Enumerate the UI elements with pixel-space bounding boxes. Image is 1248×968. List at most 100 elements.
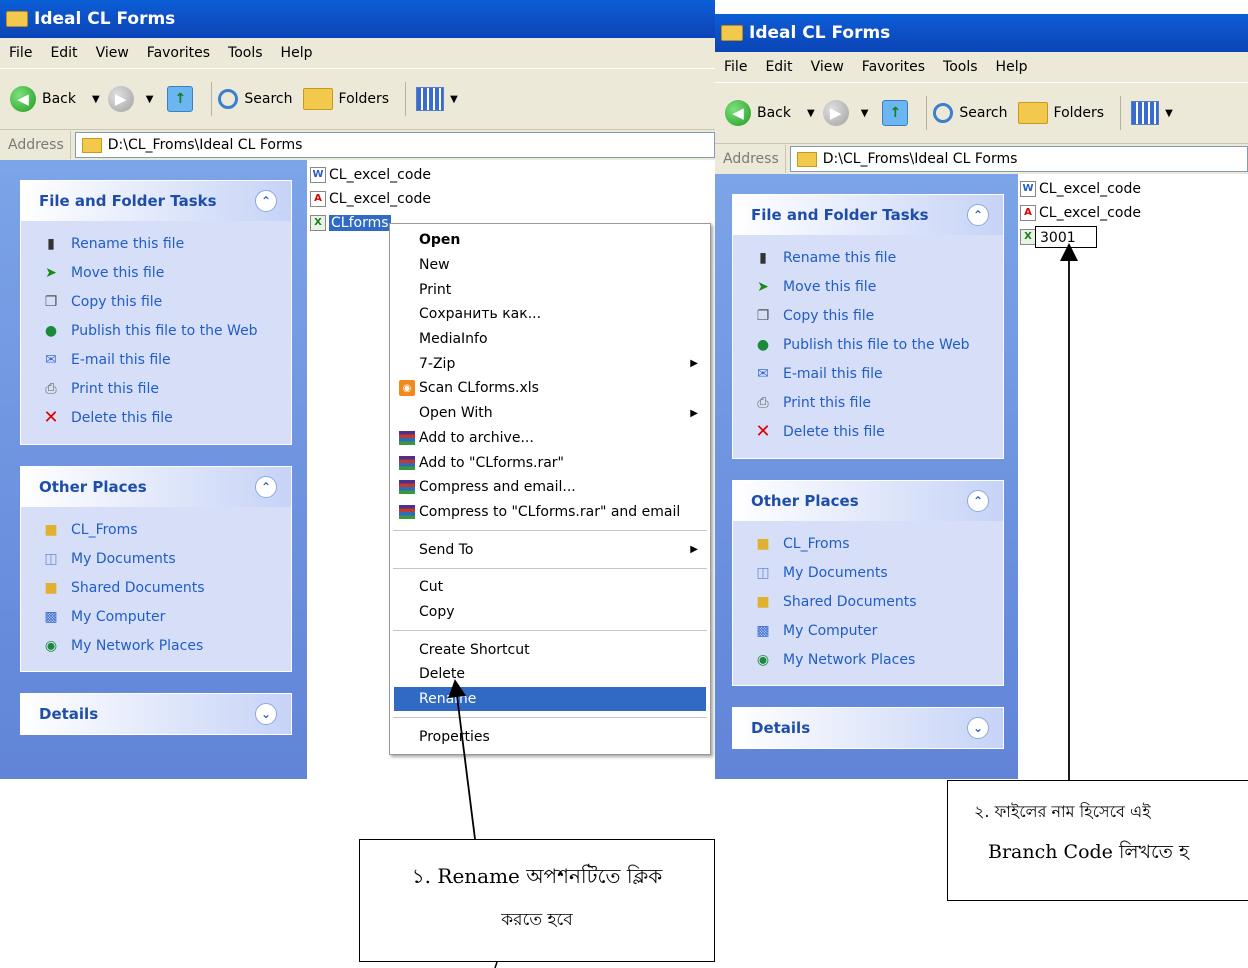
menu-item-save-as[interactable]: Сохранить как... [390,302,710,327]
menu-item-add-rar[interactable]: Add to "CLforms.rar" [390,450,710,475]
menu-file[interactable]: File [715,59,756,75]
menu-item-compress-rar-email[interactable]: Compress to "CLforms.rar" and email [390,500,710,525]
chevron-down-icon[interactable]: ▼ [450,94,458,105]
menu-edit[interactable]: Edit [756,59,801,75]
task-print[interactable]: ⎙ Print this file [21,374,291,403]
collapse-icon[interactable]: ⌃ [967,204,989,226]
back-button[interactable]: Back [757,105,791,121]
forward-arrow-icon[interactable]: ▶ [822,100,849,126]
task-email[interactable]: ✉ E-mail this file [21,345,291,374]
menu-view[interactable]: View [802,59,853,75]
back-arrow-icon[interactable]: ◀ [10,86,36,112]
place-shared-documents[interactable]: ■ Shared Documents [21,573,291,602]
menu-item-delete[interactable]: Delete [390,662,710,687]
menu-item-rename[interactable]: Rename [394,686,706,712]
place-my-computer[interactable]: ▩ My Computer [21,602,291,631]
menu-item-open-with[interactable]: Open With ▶ [390,401,710,426]
task-publish[interactable]: ● Publish this file to the Web [733,330,1003,359]
collapse-icon[interactable]: ⌃ [255,190,277,212]
panel-header[interactable]: File and Folder Tasks ⌃ [21,181,291,221]
place-my-computer[interactable]: ▩ My Computer [733,616,1003,645]
menu-help[interactable]: Help [272,45,322,61]
chevron-down-icon[interactable]: ▼ [92,94,100,105]
menu-tools[interactable]: Tools [934,59,987,75]
search-icon[interactable] [218,89,239,109]
file-item[interactable]: W CL_excel_code [310,165,431,185]
views-icon[interactable] [416,87,445,111]
task-move[interactable]: ➤ Move this file [21,258,291,287]
task-delete[interactable]: ✕ Delete this file [21,403,291,432]
place-my-documents[interactable]: ◫ My Documents [21,544,291,573]
folders-icon[interactable] [1017,102,1048,124]
panel-header[interactable]: File and Folder Tasks ⌃ [733,195,1003,235]
search-icon[interactable] [933,103,954,123]
menu-item-copy[interactable]: Copy [390,600,710,625]
menu-item-print[interactable]: Print [390,277,710,302]
file-item-selected[interactable]: X CLforms [310,213,391,233]
task-email[interactable]: ✉ E-mail this file [733,359,1003,388]
task-copy[interactable]: ❐ Copy this file [21,287,291,316]
chevron-down-icon[interactable]: ▼ [807,108,815,119]
menu-item-open[interactable]: Open [390,228,710,253]
chevron-down-icon[interactable]: ▼ [1165,108,1173,119]
menu-tools[interactable]: Tools [219,45,272,61]
folders-icon[interactable] [302,88,333,110]
address-field[interactable]: D:\CL_Froms\Ideal CL Forms [74,132,715,158]
search-button[interactable]: Search [959,105,1007,121]
menu-favorites[interactable]: Favorites [138,45,219,61]
place-my-network[interactable]: ◉ My Network Places [733,645,1003,674]
up-folder-icon[interactable]: ↑ [882,100,909,126]
collapse-icon[interactable]: ⌃ [967,490,989,512]
task-rename[interactable]: ▮ Rename this file [733,243,1003,272]
folders-button[interactable]: Folders [339,91,390,107]
task-move[interactable]: ➤ Move this file [733,272,1003,301]
task-copy[interactable]: ❐ Copy this file [733,301,1003,330]
task-print[interactable]: ⎙ Print this file [733,388,1003,417]
chevron-down-icon[interactable]: ▼ [861,108,869,119]
menu-item-mediainfo[interactable]: MediaInfo [390,327,710,352]
title-bar[interactable]: Ideal CL Forms [715,14,1248,52]
menu-favorites[interactable]: Favorites [853,59,934,75]
menu-item-cut[interactable]: Cut [390,575,710,600]
panel-header[interactable]: Details ⌄ [21,694,291,734]
place-cl-froms[interactable]: ■ CL_Froms [733,529,1003,558]
folders-button[interactable]: Folders [1054,105,1105,121]
panel-header[interactable]: Other Places ⌃ [21,467,291,507]
file-item[interactable]: A CL_excel_code [310,189,431,209]
menu-item-create-shortcut[interactable]: Create Shortcut [390,637,710,662]
expand-icon[interactable]: ⌄ [967,717,989,739]
menu-item-compress-email[interactable]: Compress and email... [390,475,710,500]
place-shared-documents[interactable]: ■ Shared Documents [733,587,1003,616]
file-item[interactable]: A CL_excel_code [1020,203,1141,223]
back-arrow-icon[interactable]: ◀ [725,100,751,126]
collapse-icon[interactable]: ⌃ [255,476,277,498]
back-button[interactable]: Back [42,91,76,107]
menu-item-send-to[interactable]: Send To ▶ [390,537,710,562]
menu-help[interactable]: Help [987,59,1037,75]
expand-icon[interactable]: ⌄ [255,703,277,725]
search-button[interactable]: Search [244,91,292,107]
address-field[interactable]: D:\CL_Froms\Ideal CL Forms [789,146,1248,172]
up-folder-icon[interactable]: ↑ [167,86,194,112]
place-my-documents[interactable]: ◫ My Documents [733,558,1003,587]
task-rename[interactable]: ▮ Rename this file [21,229,291,258]
menu-file[interactable]: File [0,45,41,61]
forward-arrow-icon[interactable]: ▶ [107,86,134,112]
menu-item-add-archive[interactable]: Add to archive... [390,426,710,451]
file-item[interactable]: W CL_excel_code [1020,179,1141,199]
menu-item-scan[interactable]: ◉ Scan CLforms.xls [390,376,710,401]
menu-item-new[interactable]: New [390,253,710,278]
title-bar[interactable]: Ideal CL Forms [0,0,715,38]
task-delete[interactable]: ✕ Delete this file [733,417,1003,446]
place-cl-froms[interactable]: ■ CL_Froms [21,515,291,544]
menu-item-properties[interactable]: Properties [390,724,710,749]
chevron-down-icon[interactable]: ▼ [146,94,154,105]
views-icon[interactable] [1131,101,1160,125]
place-my-network[interactable]: ◉ My Network Places [21,631,291,660]
menu-view[interactable]: View [87,45,138,61]
task-publish[interactable]: ● Publish this file to the Web [21,316,291,345]
panel-header[interactable]: Other Places ⌃ [733,481,1003,521]
menu-item-7zip[interactable]: 7-Zip ▶ [390,351,710,376]
menu-edit[interactable]: Edit [41,45,86,61]
rename-input[interactable]: 3001 [1035,226,1097,248]
